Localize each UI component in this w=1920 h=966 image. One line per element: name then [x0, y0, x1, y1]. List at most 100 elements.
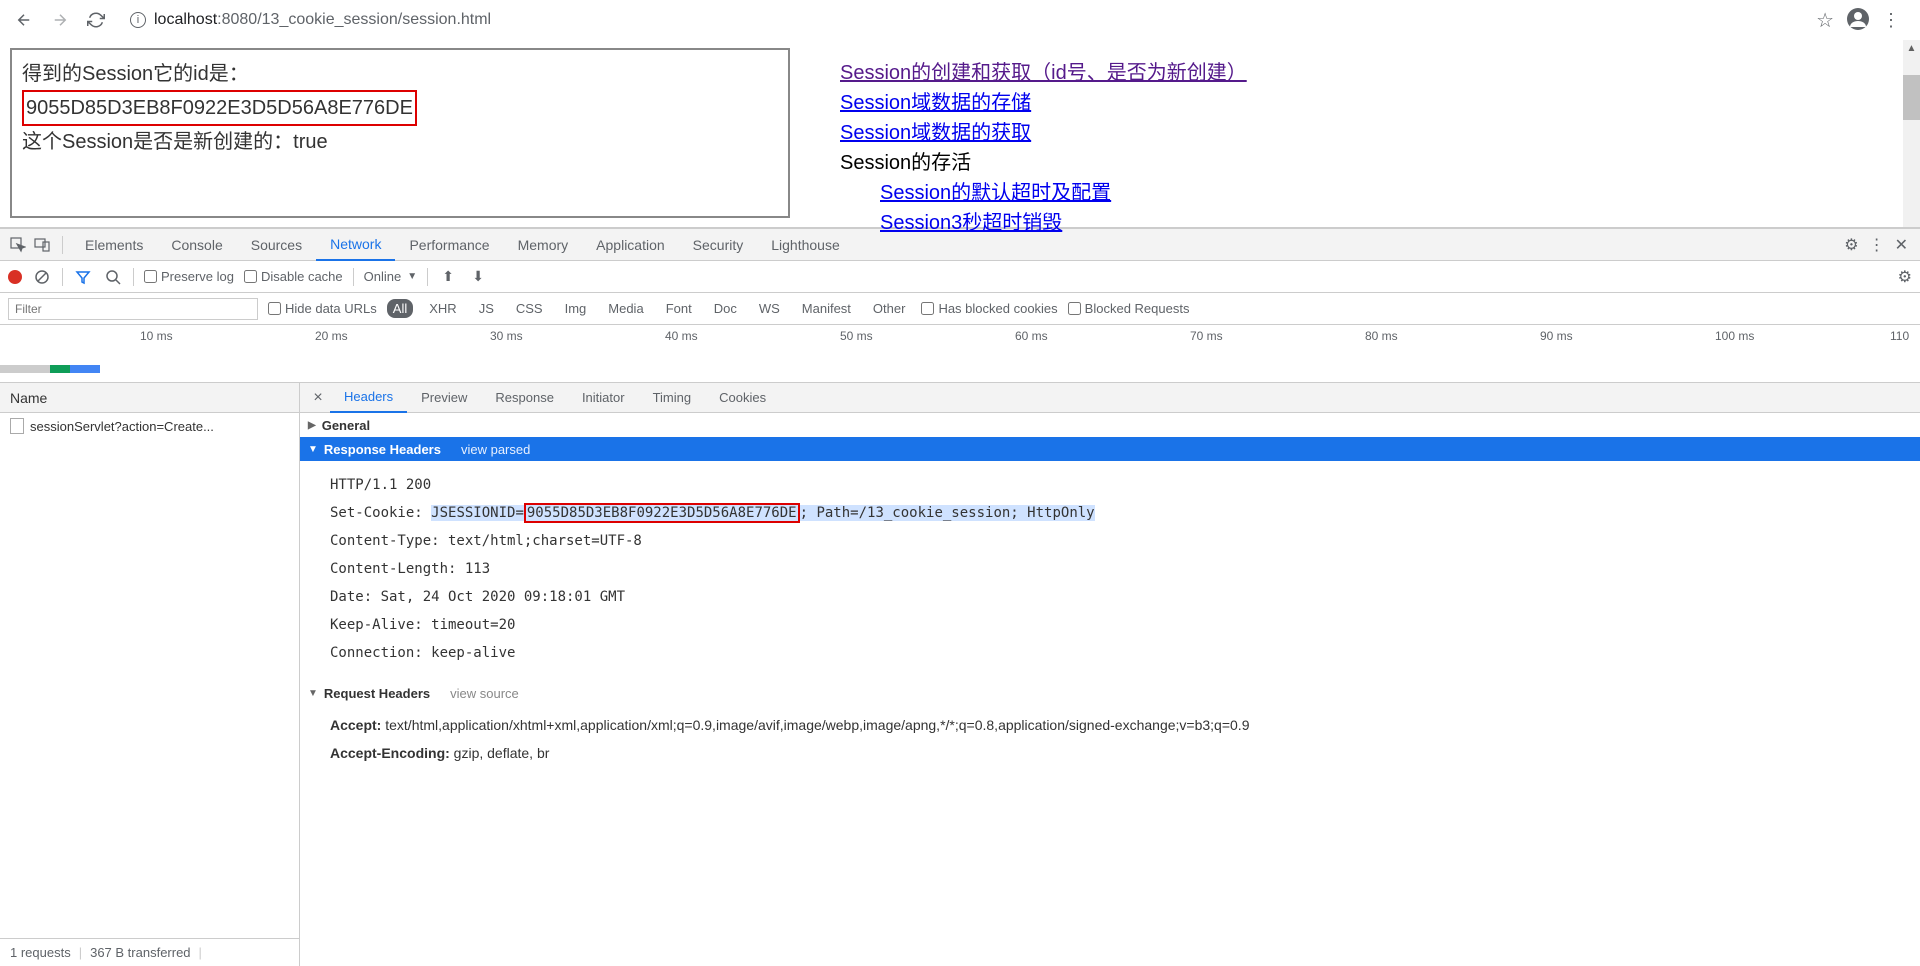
- link-default-timeout[interactable]: Session的默认超时及配置: [880, 178, 1111, 208]
- filter-icon[interactable]: [73, 267, 93, 287]
- tl-40: 40 ms: [665, 329, 698, 343]
- section-request-headers[interactable]: ▼Request Headersview source: [300, 681, 1920, 705]
- tl-90: 90 ms: [1540, 329, 1573, 343]
- tab-console[interactable]: Console: [157, 229, 236, 261]
- list-header-name[interactable]: Name: [0, 383, 299, 413]
- device-icon[interactable]: [30, 233, 54, 257]
- file-icon: [10, 418, 24, 434]
- timeline[interactable]: 10 ms 20 ms 30 ms 40 ms 50 ms 60 ms 70 m…: [0, 325, 1920, 383]
- tab-sources[interactable]: Sources: [237, 229, 316, 261]
- record-button[interactable]: [8, 270, 22, 284]
- filter-img[interactable]: Img: [559, 299, 593, 318]
- settings-icon[interactable]: ⚙: [1898, 269, 1912, 286]
- scrollbar-thumb[interactable]: [1903, 75, 1920, 120]
- req-accept-encoding: Accept-Encoding: gzip, deflate, br: [330, 739, 1920, 767]
- filter-media[interactable]: Media: [602, 299, 649, 318]
- throttling-select[interactable]: Online▼: [364, 269, 417, 284]
- link-survive: Session的存活: [840, 148, 1247, 178]
- section-general[interactable]: ▶General: [300, 413, 1920, 437]
- right-links: Session的创建和获取（id号、是否为新创建） Session域数据的存储 …: [790, 40, 1247, 227]
- upload-icon[interactable]: ⬆: [438, 267, 458, 287]
- back-button[interactable]: [10, 6, 38, 34]
- inspect-icon[interactable]: [6, 233, 30, 257]
- link-create-get[interactable]: Session的创建和获取（id号、是否为新创建）: [840, 58, 1247, 88]
- link-fetch[interactable]: Session域数据的获取: [840, 118, 1031, 148]
- forward-button[interactable]: [46, 6, 74, 34]
- filter-manifest[interactable]: Manifest: [796, 299, 857, 318]
- url-bar[interactable]: i localhost:8080/13_cookie_session/sessi…: [118, 5, 1808, 35]
- filter-input[interactable]: [8, 298, 258, 320]
- tab-security[interactable]: Security: [679, 229, 758, 261]
- hide-urls-checkbox[interactable]: Hide data URLs: [268, 301, 377, 316]
- request-header-lines: Accept: text/html,application/xhtml+xml,…: [300, 705, 1920, 767]
- info-icon[interactable]: i: [130, 12, 146, 28]
- dtab-cookies[interactable]: Cookies: [705, 383, 780, 413]
- url-port: :8080: [217, 11, 257, 28]
- close-detail-icon[interactable]: ×: [306, 389, 330, 407]
- menu-icon[interactable]: ⋮: [1882, 10, 1900, 31]
- reload-button[interactable]: [82, 6, 110, 34]
- dtab-timing[interactable]: Timing: [639, 383, 706, 413]
- hdr-status: HTTP/1.1 200: [330, 471, 1920, 499]
- filter-ws[interactable]: WS: [753, 299, 786, 318]
- session-id-value: 9055D85D3EB8F0922E3D5D56A8E776DE: [22, 90, 417, 126]
- section-response-headers[interactable]: ▼Response Headersview parsed: [300, 437, 1920, 461]
- blocked-cookies-checkbox[interactable]: Has blocked cookies: [921, 301, 1057, 316]
- list-footer: 1 requests | 367 B transferred |: [0, 938, 299, 966]
- dtab-preview[interactable]: Preview: [407, 383, 481, 413]
- user-icon[interactable]: [1846, 7, 1870, 34]
- dtab-response[interactable]: Response: [481, 383, 568, 413]
- tab-elements[interactable]: Elements: [71, 229, 157, 261]
- tab-memory[interactable]: Memory: [504, 229, 583, 261]
- filter-css[interactable]: CSS: [510, 299, 549, 318]
- hdr-content-length: Content-Length: 113: [330, 555, 1920, 583]
- search-icon[interactable]: [103, 267, 123, 287]
- timeline-bar: [0, 365, 100, 375]
- filter-font[interactable]: Font: [660, 299, 698, 318]
- filter-js[interactable]: JS: [473, 299, 500, 318]
- close-icon[interactable]: ✕: [1895, 235, 1908, 255]
- browser-toolbar: i localhost:8080/13_cookie_session/sessi…: [0, 0, 1920, 40]
- detail-body: ▶General ▼Response Headersview parsed HT…: [300, 413, 1920, 966]
- download-icon[interactable]: ⬇: [468, 267, 488, 287]
- req-accept: Accept: text/html,application/xhtml+xml,…: [330, 711, 1920, 739]
- footer-requests: 1 requests: [10, 945, 71, 960]
- request-list: Name sessionServlet?action=Create... 1 r…: [0, 383, 300, 966]
- filter-xhr[interactable]: XHR: [423, 299, 462, 318]
- star-icon[interactable]: ☆: [1816, 8, 1834, 33]
- filter-other[interactable]: Other: [867, 299, 912, 318]
- filter-doc[interactable]: Doc: [708, 299, 743, 318]
- hdr-date: Date: Sat, 24 Oct 2020 09:18:01 GMT: [330, 583, 1920, 611]
- hdr-connection: Connection: keep-alive: [330, 639, 1920, 667]
- link-store[interactable]: Session域数据的存储: [840, 88, 1031, 118]
- preserve-log-checkbox[interactable]: Preserve log: [144, 269, 234, 284]
- filter-bar: Hide data URLs All XHR JS CSS Img Media …: [0, 293, 1920, 325]
- detail-tabs: × Headers Preview Response Initiator Tim…: [300, 383, 1920, 413]
- dtab-initiator[interactable]: Initiator: [568, 383, 639, 413]
- tab-application[interactable]: Application: [582, 229, 679, 261]
- tl-60: 60 ms: [1015, 329, 1048, 343]
- network-body: Name sessionServlet?action=Create... 1 r…: [0, 383, 1920, 966]
- tab-network[interactable]: Network: [316, 229, 395, 261]
- detail-panel: × Headers Preview Response Initiator Tim…: [300, 383, 1920, 966]
- is-new-label: 这个Session是否是新创建的：: [22, 131, 293, 153]
- tl-30: 30 ms: [490, 329, 523, 343]
- filter-all[interactable]: All: [387, 299, 413, 318]
- gear-icon[interactable]: ⚙: [1844, 235, 1858, 255]
- scroll-up-icon[interactable]: ▲: [1903, 40, 1920, 57]
- hdr-set-cookie: Set-Cookie: JSESSIONID=9055D85D3EB8F0922…: [330, 499, 1920, 527]
- clear-icon[interactable]: [32, 267, 52, 287]
- list-item[interactable]: sessionServlet?action=Create...: [0, 413, 299, 439]
- tl-20: 20 ms: [315, 329, 348, 343]
- devtools: Elements Console Sources Network Perform…: [0, 228, 1920, 966]
- more-icon[interactable]: ⋮: [1869, 235, 1885, 255]
- link-3s-timeout[interactable]: Session3秒超时销毁: [880, 208, 1062, 238]
- view-parsed-link[interactable]: view parsed: [461, 442, 530, 457]
- tab-performance[interactable]: Performance: [395, 229, 503, 261]
- disable-cache-checkbox[interactable]: Disable cache: [244, 269, 343, 284]
- blocked-requests-checkbox[interactable]: Blocked Requests: [1068, 301, 1190, 316]
- is-new-value: true: [293, 131, 327, 153]
- view-source-link[interactable]: view source: [450, 686, 519, 701]
- scrollbar[interactable]: ▲: [1903, 40, 1920, 227]
- dtab-headers[interactable]: Headers: [330, 383, 407, 413]
